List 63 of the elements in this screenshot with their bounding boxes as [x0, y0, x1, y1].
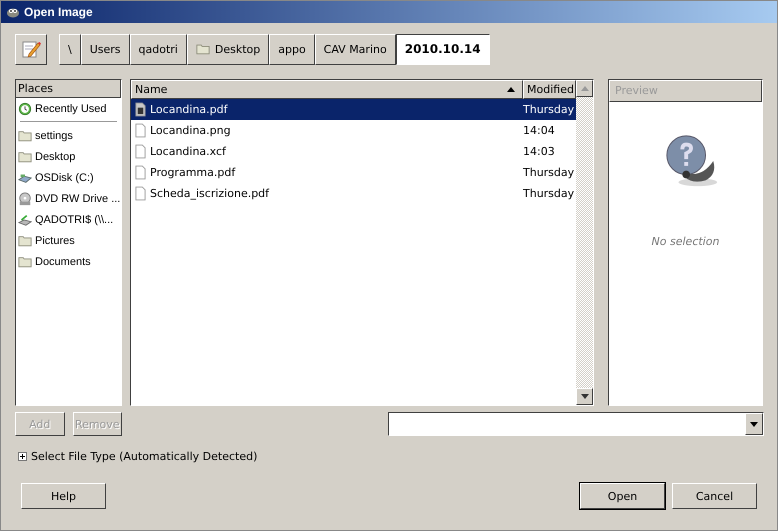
folder-icon	[18, 234, 32, 248]
dropdown-icon	[750, 422, 758, 426]
disc-drive-icon	[18, 192, 32, 206]
file-row[interactable]: Locandina.pdf Thursday	[131, 99, 576, 120]
file-name: Programma.pdf	[150, 166, 236, 179]
file-icon	[135, 186, 146, 201]
file-name: Locandina.pdf	[150, 103, 228, 116]
places-item[interactable]: Desktop	[16, 146, 121, 167]
path-segment[interactable]: qadotri	[130, 34, 187, 64]
cancel-button[interactable]: Cancel	[672, 483, 757, 509]
file-row[interactable]: Locandina.png 14:04	[131, 120, 576, 141]
file-name: Locandina.png	[150, 124, 231, 137]
scroll-down-icon	[580, 394, 588, 399]
places-item[interactable]: settings	[16, 125, 121, 146]
path-segment[interactable]: 2010.10.14	[396, 34, 490, 64]
path-segment[interactable]: Users	[80, 34, 130, 64]
file-icon	[135, 165, 146, 180]
window-title: Open Image	[24, 5, 93, 19]
folder-icon	[18, 128, 32, 142]
file-row[interactable]: Scheda_iscrizione.pdf Thursday	[131, 183, 576, 204]
places-item[interactable]: OSDisk (C:)	[16, 167, 121, 188]
file-filter-dropdown[interactable]	[388, 412, 764, 436]
file-row[interactable]: Programma.pdf Thursday	[131, 162, 576, 183]
file-modified: 14:03	[522, 145, 556, 158]
plus-box-icon	[18, 452, 27, 461]
file-icon	[135, 144, 146, 159]
file-row[interactable]: Locandina.xcf 14:03	[131, 141, 576, 162]
scrollbar[interactable]	[576, 80, 593, 405]
help-button[interactable]: Help	[21, 483, 106, 509]
clock-icon	[18, 102, 32, 116]
sort-up-icon	[507, 87, 515, 92]
file-modified: Thursday	[522, 166, 576, 179]
path-segment[interactable]: CAV Marino	[314, 34, 396, 64]
file-modified: 14:04	[522, 124, 556, 137]
path-segment[interactable]: \	[59, 34, 81, 64]
file-name: Locandina.xcf	[150, 145, 226, 158]
places-header[interactable]: Places	[16, 80, 121, 98]
name-column-header[interactable]: Name	[131, 80, 523, 99]
file-modified: Thursday	[522, 103, 576, 116]
modified-column-header[interactable]: Modified	[523, 80, 576, 99]
wilber-icon	[6, 6, 20, 18]
open-button[interactable]: Open	[580, 483, 665, 509]
pencil-paper-icon	[21, 39, 41, 59]
path-segment[interactable]: appo	[269, 34, 315, 64]
drive-icon	[18, 212, 32, 226]
file-type-expander[interactable]: Select File Type (Automatically Detected)	[18, 450, 258, 463]
file-name: Scheda_iscrizione.pdf	[150, 187, 270, 200]
folder-icon	[18, 150, 32, 164]
edit-location-button[interactable]	[15, 34, 47, 64]
file-icon	[135, 102, 146, 117]
file-icon	[135, 123, 146, 138]
path-segment[interactable]: Desktop	[186, 34, 270, 64]
scroll-up-icon	[580, 86, 588, 91]
places-item[interactable]: Recently Used	[16, 98, 121, 119]
places-item[interactable]: Pictures	[16, 230, 121, 251]
preview-header: Preview	[609, 80, 762, 102]
no-selection-text: No selection	[652, 235, 720, 248]
places-item[interactable]: QADOTRI$ (\\...	[16, 209, 121, 230]
folder-icon	[196, 43, 210, 55]
file-modified: Thursday	[522, 187, 576, 200]
folder-icon	[18, 254, 32, 268]
places-item[interactable]: DVD RW Drive ...	[16, 188, 121, 209]
places-item[interactable]: Documents	[16, 251, 121, 272]
